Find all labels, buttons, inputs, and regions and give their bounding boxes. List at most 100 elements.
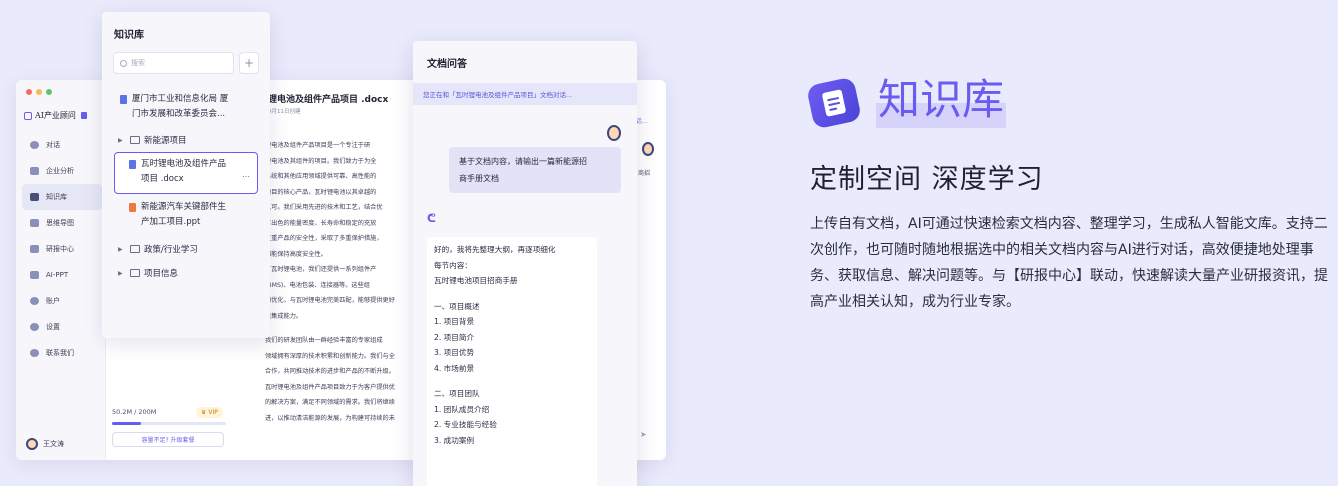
answer-line: 1. 团队成员介绍 <box>434 404 490 414</box>
window-controls <box>26 89 52 95</box>
headset-icon <box>30 349 39 357</box>
answer-line: 二、项目团队 <box>434 389 480 398</box>
ppt-file-icon <box>129 203 136 212</box>
chat-icon <box>30 141 39 149</box>
hero-subtitle: 定制空间 深度学习 <box>810 164 1044 195</box>
panel-title: 知识库 <box>114 30 144 41</box>
plus-icon[interactable]: + <box>239 52 259 74</box>
send-icon[interactable]: ➤ <box>640 430 647 439</box>
sidebar-toggle-icon[interactable] <box>80 112 87 119</box>
sidebar-item-label: 账户 <box>46 297 60 305</box>
answer-line: 3. 成功案例 <box>434 435 475 445</box>
file-name-line: 厦门市工业和信息化局 厦 <box>132 94 229 104</box>
answer-line: 瓦时锂电池项目招商手册 <box>434 276 518 285</box>
mind-map-icon <box>30 219 39 227</box>
answer-line: 4. 市场前景 <box>434 363 475 373</box>
sidebar-item-contact[interactable]: 联系我们 <box>22 340 102 366</box>
folder-icon <box>130 245 140 253</box>
sidebar-item-mind-map[interactable]: 思维导图 <box>22 210 102 236</box>
document-line: 瓦时锂电池及组件产品项目致力于为客户提供优 <box>265 383 395 391</box>
vip-label: VIP <box>208 409 218 416</box>
sidebar-item-label: 思维导图 <box>46 219 74 227</box>
crown-icon: ♛ <box>201 409 207 416</box>
upgrade-plan-button[interactable]: 容量不足? 升级套餐 <box>112 432 224 447</box>
document-line: 注重产品的安全性，采取了多重保护措施， <box>265 235 383 242</box>
storage-progress-fill <box>112 422 141 425</box>
avatar <box>26 438 38 450</box>
user-name: 王文涛 <box>43 440 64 448</box>
sidebar-item-chat[interactable]: 对话 <box>22 132 102 158</box>
document-line: 锂电池及其组件的项目。我们致力于为全 <box>265 157 377 165</box>
sidebar-item-label: 研报中心 <box>46 245 74 253</box>
folder-policy[interactable]: ▶ 政策/行业学习 <box>118 243 198 255</box>
user-profile[interactable]: 王文涛 <box>26 438 64 450</box>
hero-description: 上传自有文档，AI可通过快速检索文档内容、整理学习，生成私人智能文库。支持二次创… <box>810 216 1328 310</box>
message-line: 基于文档内容，请输出一篇新能源招 <box>459 157 587 166</box>
doc-file-icon <box>120 95 127 104</box>
document-line: 领域拥有深厚的技术积累和创新能力。我们与全 <box>265 352 395 360</box>
file-name-line: 门市发展和改革委员会... <box>132 109 226 119</box>
sidebar-item-label: 企业分析 <box>46 167 74 175</box>
user-message: 基于文档内容，请输出一篇新能源招 商手册文档 <box>449 147 621 193</box>
document-line: (BMS)、电池包装、连接器等。这些组 <box>265 281 370 289</box>
answer-line: 每节内容： <box>434 260 472 270</box>
sidebar-item-settings[interactable]: 设置 <box>22 314 102 340</box>
document-line: 有出色的能量密度、长寿命和稳定的充放 <box>265 219 377 227</box>
minimize-dot-icon[interactable] <box>36 89 42 95</box>
chat-message-fragment: 商招 <box>638 170 651 177</box>
document-line: 锂电池及组件产品项目是一个专注于研 <box>265 142 371 149</box>
sidebar-item-label: 知识库 <box>46 193 67 201</box>
answer-line: 好的，我将先整理大纲，再逐项细化 <box>434 245 556 254</box>
document-viewer: 锂电池及组件产品项目 .docx 9月11日创建 锂电池及组件产品项目是一个专注… <box>248 80 428 460</box>
document-line: 了瓦时锂电池，我们还提供一系列组件产 <box>265 266 377 273</box>
answer-line: 3. 项目优势 <box>434 348 475 357</box>
folder-project-info[interactable]: ▶ 项目信息 <box>118 267 178 279</box>
sidebar-item-label: 对话 <box>46 141 60 149</box>
chat-banner-fragment: 话... <box>636 118 648 125</box>
knowledge-base-panel: 知识库 + 厦门市工业和信息化局 厦门市发展和改革委员会... ▶ 新能源项目 … <box>102 12 270 338</box>
document-date: 9月11日创建 <box>268 109 301 115</box>
sidebar-item-account[interactable]: 账户 <box>22 288 102 314</box>
sidebar-item-company-analysis[interactable]: 企业分析 <box>22 158 102 184</box>
folder-new-energy[interactable]: ▶ 新能源项目 <box>118 134 187 146</box>
close-dot-icon[interactable] <box>26 89 32 95</box>
upgrade-text: 容量不足? 升级套餐 <box>141 437 195 444</box>
maximize-dot-icon[interactable] <box>46 89 52 95</box>
file-item-ev-ppt[interactable]: 新能源汽车关键部件生 产加工项目.ppt <box>129 200 226 230</box>
search-box[interactable] <box>113 52 234 74</box>
file-item-gov-doc[interactable]: 厦门市工业和信息化局 厦门市发展和改革委员会... <box>120 92 228 122</box>
document-line: 我们的研发团队由一群经验丰富的专家组成 <box>265 337 383 344</box>
vip-badge[interactable]: ♛ VIP <box>196 407 223 418</box>
document-line: 项目的核心产品，瓦时锂电池以其卓越的 <box>265 188 377 196</box>
storage-progress-bar <box>112 422 226 425</box>
chevron-right-icon: ▶ <box>118 136 123 144</box>
document-line: 进，以推动清洁能源的发展，为构建可持续的未 <box>265 414 395 422</box>
sidebar-item-ai-ppt[interactable]: AI-PPT <box>22 262 102 288</box>
document-line: 统集成能力。 <box>265 312 303 320</box>
search-input[interactable] <box>131 59 221 67</box>
context-banner: 您正在和「瓦时锂电池及组件产品项目」文档对话... <box>413 83 637 105</box>
sidebar-item-reports[interactable]: 研报中心 <box>22 236 102 262</box>
file-name-line: 新能源汽车关键部件生 <box>141 202 227 212</box>
panel-title: 文档问答 <box>427 59 467 70</box>
sidebar-item-label: 设置 <box>46 323 60 331</box>
chevron-right-icon: ▶ <box>118 245 123 253</box>
search-icon <box>120 59 127 67</box>
gear-icon <box>30 323 39 331</box>
assistant-message: 好的，我将先整理大纲，再逐项细化 每节内容： 瓦时锂电池项目招商手册 一、项目概述 1.… <box>427 237 597 486</box>
document-title: 锂电池及组件产品项目 .docx <box>268 95 389 105</box>
document-line: 和优化，与瓦时锂电池完美匹配，能够提供更好 <box>265 297 395 304</box>
folder-name: 项目信息 <box>144 269 179 279</box>
message-line: 商手册文档 <box>459 174 499 183</box>
file-name-line: 项目 .docx <box>141 174 184 184</box>
document-icon <box>805 76 863 130</box>
folder-icon <box>130 269 140 277</box>
app-sidebar: AI产业顾问 对话 企业分析 知识库 思维导图 研报中心 AI-PPT 账户 设… <box>16 80 106 460</box>
file-item-battery-doc[interactable]: 瓦时锂电池及组件产品 项目 .docx <box>129 157 226 187</box>
sidebar-nav: 对话 企业分析 知识库 思维导图 研报中心 AI-PPT 账户 设置 联系我们 <box>22 132 102 366</box>
document-line: 合作，共同推动技术的进步和产品的不断升级。 <box>265 368 395 375</box>
avatar <box>607 125 621 141</box>
sidebar-item-knowledge-base[interactable]: 知识库 <box>22 184 102 210</box>
more-options-icon[interactable]: … <box>242 170 250 179</box>
